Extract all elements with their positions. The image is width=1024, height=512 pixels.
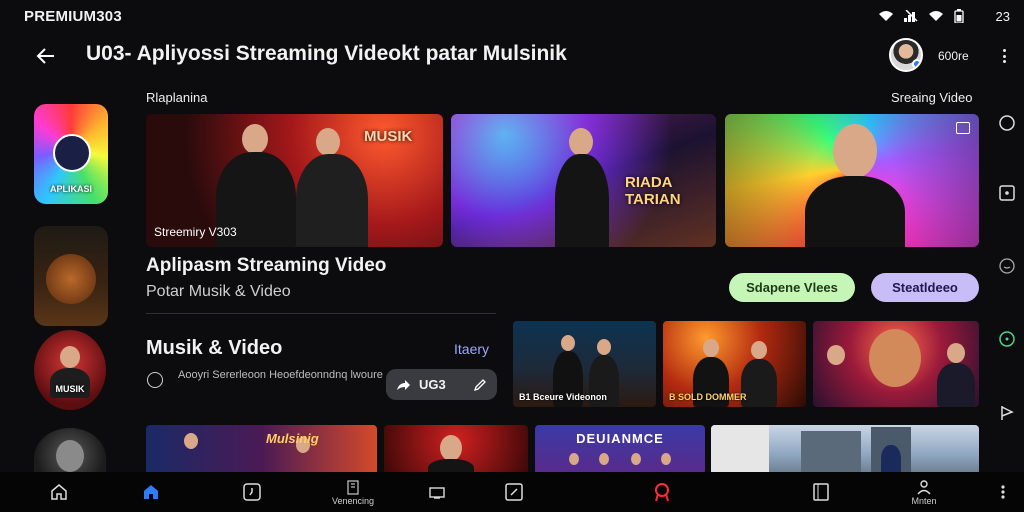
divider (146, 313, 496, 314)
wifi-icon (878, 10, 894, 22)
section-label-right[interactable]: Sreaing Video (891, 90, 972, 105)
status-time: 23 (995, 8, 1010, 24)
avatar[interactable] (889, 38, 923, 72)
nav-more-button[interactable] (996, 472, 1010, 512)
music-card-caption: B1 Bceure Videonon (519, 392, 607, 402)
nav-favorite[interactable] (650, 472, 674, 512)
nav-venencing[interactable]: Venencing (322, 472, 384, 512)
bottom-card-3[interactable]: DEUIANMCE (535, 425, 705, 475)
bottom-card-1[interactable]: Mulsinig (146, 425, 377, 475)
home-icon (144, 484, 158, 499)
music-card-caption: B SOLD DOMMER (669, 392, 747, 402)
hero-subtitle: Potar Musik & Video (146, 283, 291, 300)
bottom-card-4[interactable] (711, 425, 979, 475)
section-label-left: Rlaplanina (146, 90, 208, 105)
home-outline-icon (51, 483, 67, 500)
flag-icon[interactable] (996, 402, 1018, 424)
clock-square-icon (243, 482, 261, 501)
nav-tv[interactable] (426, 472, 448, 512)
rail-thumb-label: MUSIK (55, 384, 85, 394)
hero-card-overlay: RIADA TARIAN (625, 174, 681, 208)
bottom-card-overlay: DEUIANMCE (576, 431, 664, 446)
hero-card-concert[interactable]: RIADA TARIAN (451, 114, 716, 247)
nav-edit[interactable] (503, 472, 525, 512)
app-bar: U03⁠- Apliyossi Streaming Videokt patar … (0, 34, 1024, 80)
library-square-icon (813, 482, 829, 501)
online-indicator (912, 59, 921, 69)
nav-label-mnten: Mnten (911, 495, 937, 506)
heart-ribbon-icon (655, 482, 669, 501)
nav-profile[interactable]: Mnten (904, 472, 944, 512)
page-title: U03⁠- Apliyossi Streaming Videokt patar … (86, 42, 567, 65)
music-card-band[interactable]: B1 Bceure Videonon (513, 321, 656, 407)
smile-circle-icon[interactable] (996, 255, 1018, 277)
hero-card-streaming[interactable]: MUSIK Streemiry V303 (146, 114, 443, 247)
secondary-pill-button[interactable]: Steatldeeo (871, 273, 979, 302)
signal-icon (903, 10, 918, 22)
status-brand: PREMIUM303 (24, 7, 122, 25)
wifi-icon (928, 10, 944, 22)
person-icon (917, 479, 931, 494)
bottom-card-2[interactable] (384, 425, 528, 475)
edit-icon (473, 378, 486, 391)
battery-icon (953, 9, 964, 23)
rail-thumb-label: APLIKASI (49, 184, 92, 194)
music-section-title: Musik & Video (146, 337, 283, 359)
status-bar: PREMIUM303 23 (0, 0, 1024, 32)
share-chip-button[interactable]: UG3 (386, 369, 497, 400)
music-card-faces[interactable] (813, 321, 979, 407)
edit-square-icon (505, 482, 523, 501)
nav-library[interactable] (810, 472, 832, 512)
music-section-link[interactable]: Itaery (454, 341, 489, 357)
hero-card-overlay: MUSIK (364, 128, 413, 145)
primary-pill-button[interactable]: Sdapene Vlees (729, 273, 855, 302)
share-icon (397, 379, 410, 390)
circle-icon[interactable] (996, 112, 1018, 134)
nav-home-active[interactable] (138, 472, 164, 512)
square-dot-icon[interactable] (996, 182, 1018, 204)
rail-thumb-aplikasi[interactable]: APLIKASI (34, 104, 108, 204)
share-chip-label: UG3 (419, 377, 446, 392)
rail-thumb-musik[interactable]: MUSIK (34, 330, 106, 410)
hero-card-portrait[interactable] (725, 114, 979, 247)
music-card-sold[interactable]: B SOLD DOMMER (663, 321, 806, 407)
rail-thumb-band[interactable] (34, 226, 108, 326)
nav-label-venencing: Venencing (331, 495, 375, 506)
bottom-card-overlay: Mulsinig (266, 431, 319, 446)
arrow-back-icon (36, 48, 54, 64)
building-icon (347, 479, 359, 495)
bottom-nav: Venencing Mnten (0, 472, 1024, 512)
nav-clock[interactable] (240, 472, 264, 512)
tv-icon (429, 486, 445, 499)
nav-home-outline[interactable] (46, 472, 72, 512)
profile-label[interactable]: 600re (938, 49, 969, 63)
status-icons: 23 (878, 9, 1010, 24)
more-vert-icon (1002, 49, 1006, 52)
info-circle-icon (147, 372, 163, 388)
hero-card-caption: Streemiry V303 (154, 225, 237, 239)
cast-icon[interactable] (956, 122, 970, 134)
hero-title: Aplipasm Streaming Video (146, 255, 387, 276)
more-options-button[interactable] (998, 46, 1010, 66)
back-button[interactable] (34, 44, 58, 68)
more-vert-icon (1001, 485, 1005, 499)
music-description: Aooyri Sererleoon Heoefdeonndnq lwoure (178, 369, 383, 381)
active-circle-icon[interactable] (996, 328, 1018, 350)
